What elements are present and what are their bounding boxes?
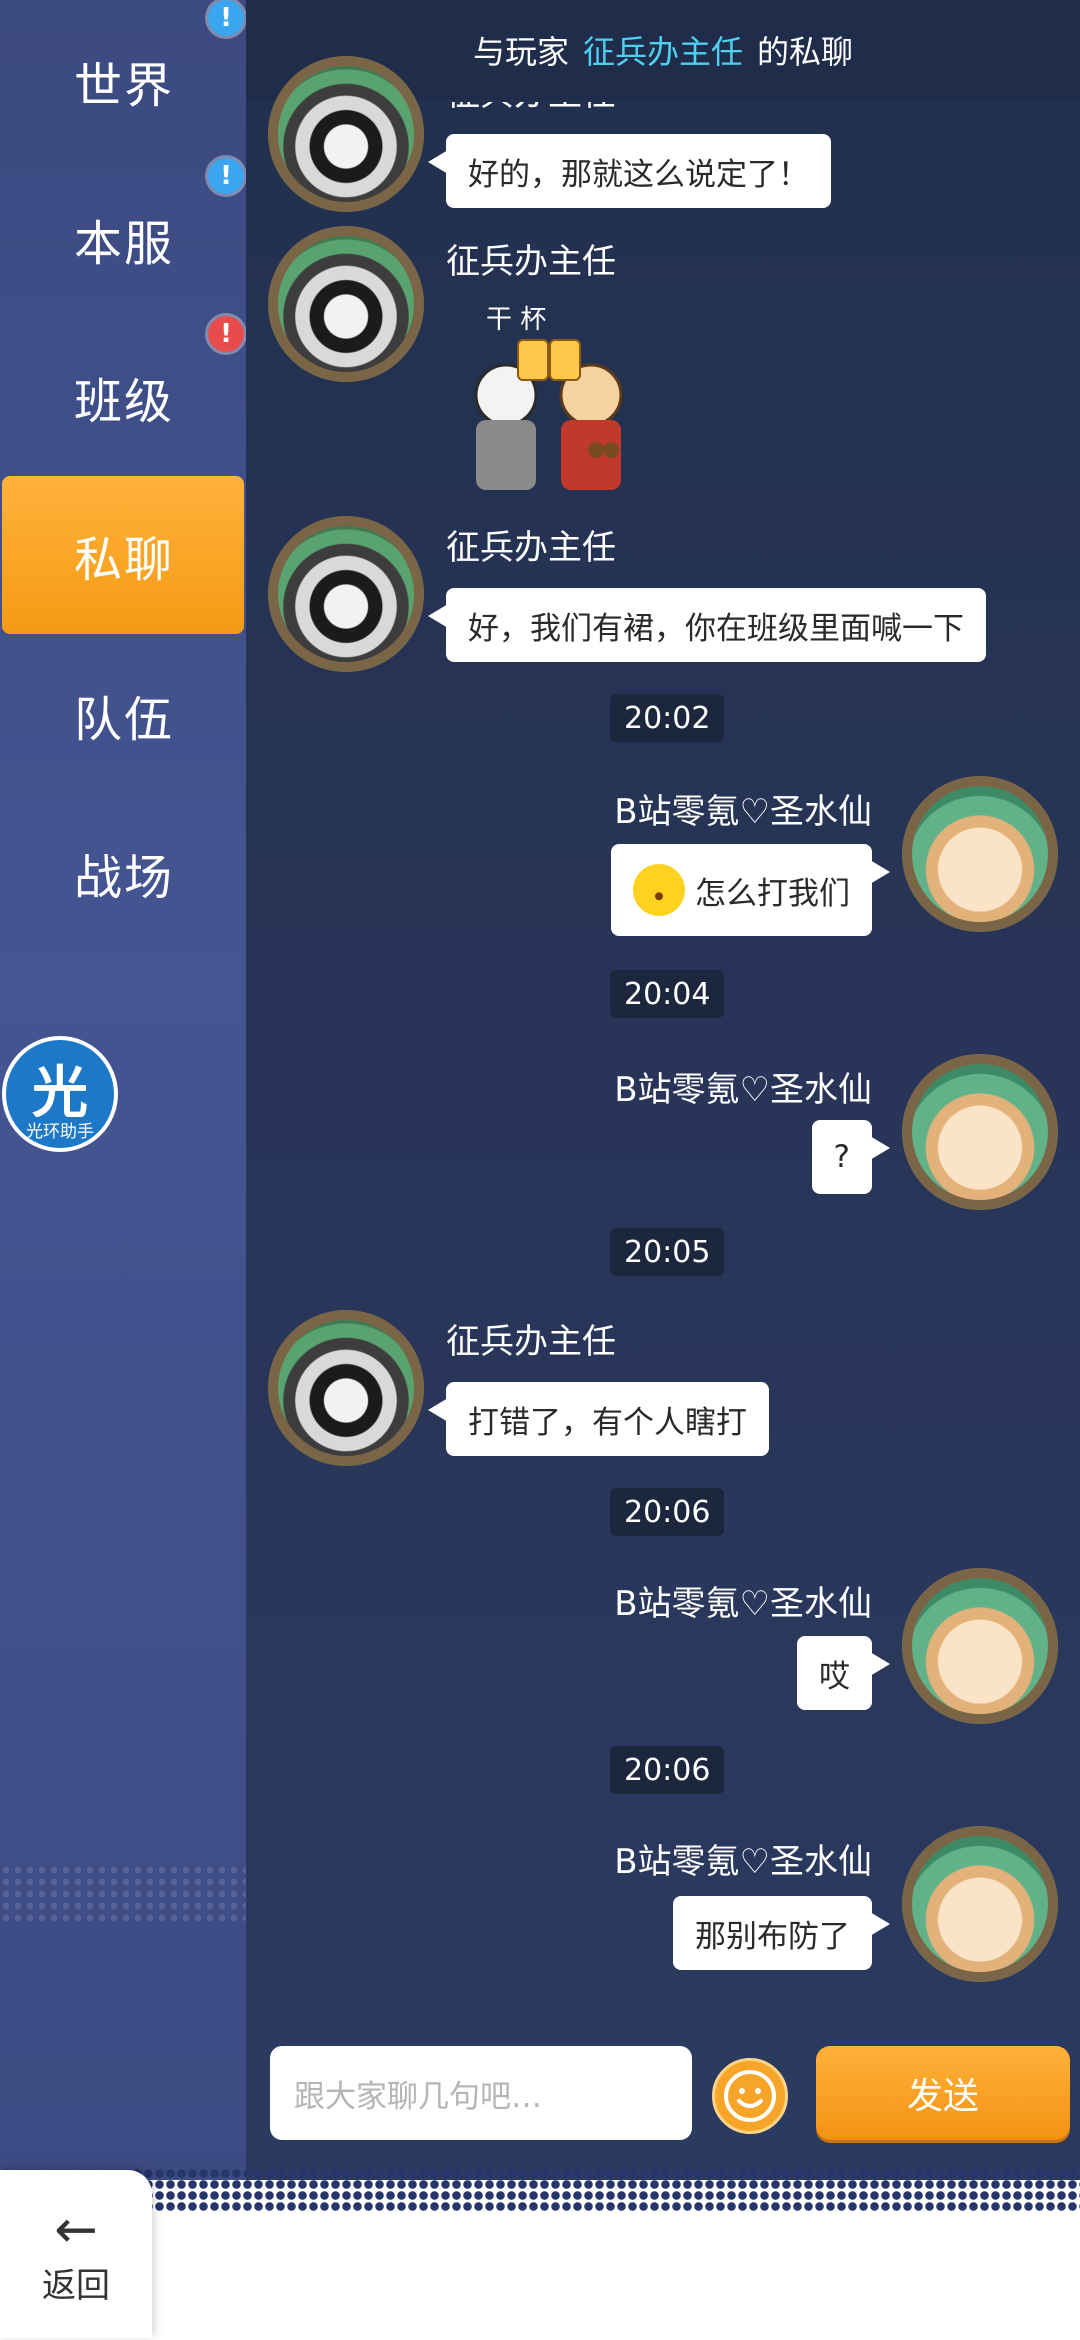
surprised-emoji-icon <box>633 864 685 916</box>
header-prefix: 与玩家 <box>472 33 569 71</box>
timestamp: 20:05 <box>610 1228 725 1276</box>
cheers-sticker[interactable]: 干 杯 <box>446 300 662 510</box>
chat-input[interactable]: 跟大家聊几句吧… <box>270 2046 692 2140</box>
message-bubble: 那别布防了 <box>673 1896 890 1970</box>
sidebar-item-label: 班级 <box>73 374 174 430</box>
sender-name: 征兵办主任 <box>446 242 616 282</box>
avatar[interactable] <box>268 226 424 382</box>
arrow-left-icon: ← <box>54 2199 98 2260</box>
timestamp: 20:06 <box>610 1746 725 1794</box>
halo-assistant-logo[interactable]: 光 光环助手 <box>2 1036 118 1152</box>
send-button[interactable]: 发送 <box>816 2046 1070 2140</box>
channel-sidebar: 世界 ! 本服 ! 班级 ! 私聊 队伍 战场 光 光环助手 <box>0 0 246 2180</box>
timestamp: 20:04 <box>610 970 725 1018</box>
message-bubble: 好，我们有裙，你在班级里面喊一下 <box>428 588 986 662</box>
decorative-dots <box>0 2168 1080 2212</box>
timestamp: 20:02 <box>610 694 725 742</box>
timestamp: 20:06 <box>610 1488 725 1536</box>
back-button[interactable]: ← 返回 <box>0 2170 152 2338</box>
sidebar-item-private-chat[interactable]: 私聊 <box>2 476 244 634</box>
avatar[interactable] <box>268 516 424 672</box>
back-label: 返回 <box>42 2265 110 2306</box>
alert-badge-icon: ! <box>208 316 244 352</box>
sidebar-item-battlefield[interactable]: 战场 <box>0 794 246 952</box>
sidebar-item-team[interactable]: 队伍 <box>0 636 246 794</box>
sender-name: B站零氪♡圣水仙 <box>614 1842 872 1882</box>
sidebar-item-label: 本服 <box>73 216 174 272</box>
message-bubble: 打错了，有个人瞎打 <box>428 1382 769 1456</box>
chat-panel: 与玩家 征兵办主任 的私聊 征兵办主任 好的，那就这么说定了！ 征兵办主任 干 … <box>246 0 1080 2180</box>
emoji-button[interactable] <box>712 2058 788 2134</box>
message-text: 怎么打我们 <box>695 875 850 912</box>
sender-name: B站零氪♡圣水仙 <box>614 792 872 832</box>
header-suffix: 的私聊 <box>757 33 854 71</box>
logo-label: 光环助手 <box>6 1117 114 1142</box>
sidebar-item-label: 队伍 <box>73 692 174 748</box>
notification-badge-icon: ! <box>208 158 244 194</box>
avatar[interactable] <box>268 1310 424 1466</box>
message-bubble: 好的，那就这么说定了！ <box>428 134 831 208</box>
message-bubble: ? <box>811 1120 891 1194</box>
avatar[interactable] <box>902 1054 1058 1210</box>
avatar[interactable] <box>902 776 1058 932</box>
decorative-dots <box>0 1864 246 1924</box>
sender-name: 征兵办主任 <box>446 1322 616 1362</box>
notification-badge-icon: ! <box>208 0 244 36</box>
avatar[interactable] <box>902 1568 1058 1724</box>
message-bubble: 怎么打我们 <box>611 844 890 936</box>
avatar[interactable] <box>902 1826 1058 1982</box>
avatar[interactable] <box>268 56 424 212</box>
message-bubble: 哎 <box>797 1636 890 1710</box>
header-player-name[interactable]: 征兵办主任 <box>583 27 743 73</box>
sender-name: B站零氪♡圣水仙 <box>614 1070 872 1110</box>
sender-name: 征兵办主任 <box>446 528 616 568</box>
sticker-text: 干 杯 <box>486 305 546 335</box>
sender-name: B站零氪♡圣水仙 <box>614 1584 872 1624</box>
sidebar-item-label: 世界 <box>73 58 174 114</box>
smiley-icon <box>724 2070 776 2122</box>
sidebar-item-label: 私聊 <box>73 532 174 588</box>
sidebar-item-label: 战场 <box>73 850 174 906</box>
